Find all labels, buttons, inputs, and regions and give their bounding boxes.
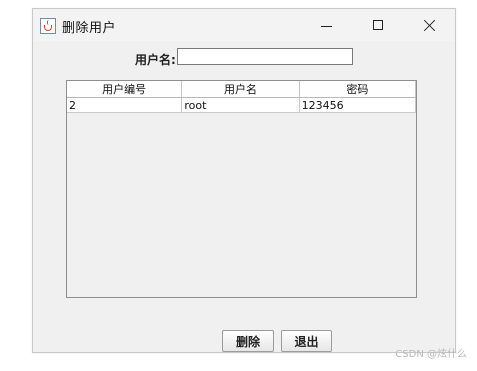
close-button[interactable]	[407, 9, 453, 41]
username-input[interactable]	[177, 48, 353, 65]
exit-button[interactable]: 退出	[281, 330, 332, 352]
maximize-icon	[373, 20, 383, 30]
maximize-button[interactable]	[355, 9, 401, 41]
users-table[interactable]: 用户编号 用户名 密码 2 root 123456	[66, 80, 417, 298]
watermark-text: CSDN @炫什么	[395, 349, 467, 360]
delete-user-window: 删除用户 用户名: 用户编号 用户名 密码 2 root 123456 删除 退…	[32, 8, 456, 353]
window-title: 删除用户	[62, 21, 117, 36]
java-app-icon	[40, 18, 56, 34]
minimize-button[interactable]	[303, 9, 349, 41]
table-cell-user-id[interactable]: 2	[67, 98, 183, 112]
table-header-password[interactable]: 密码	[300, 81, 416, 97]
table-header-username[interactable]: 用户名	[182, 81, 300, 97]
close-icon	[424, 19, 436, 31]
table-header-user-id[interactable]: 用户编号	[67, 81, 183, 97]
table-cell-username[interactable]: root	[182, 98, 300, 112]
minimize-icon	[320, 25, 332, 27]
username-label: 用户名:	[135, 53, 176, 67]
table-cell-password[interactable]: 123456	[300, 98, 416, 112]
table-header: 用户编号 用户名 密码	[67, 81, 416, 98]
titlebar: 删除用户	[33, 9, 455, 41]
table-row[interactable]: 2 root 123456	[67, 98, 416, 113]
delete-button[interactable]: 删除	[222, 330, 274, 352]
